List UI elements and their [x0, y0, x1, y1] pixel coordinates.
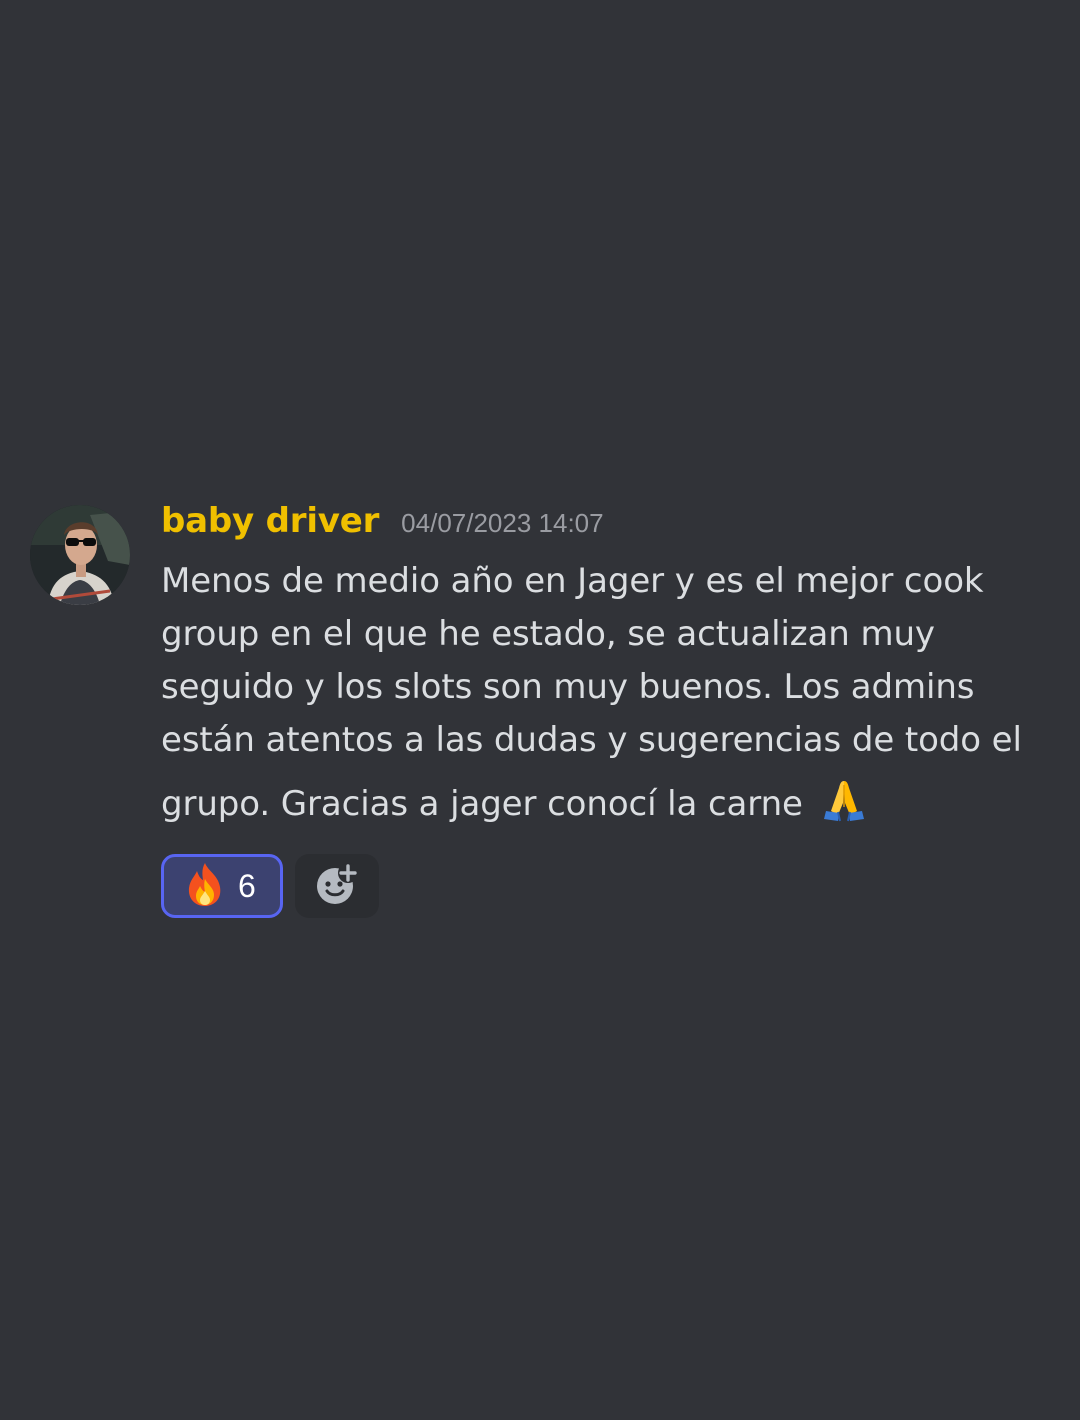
- avatar[interactable]: [30, 505, 130, 605]
- message-line: group en el que he estado, se actualizan…: [161, 614, 935, 654]
- timestamp: 04/07/2023 14:07: [401, 508, 604, 538]
- reaction-count: 6: [238, 867, 256, 904]
- message-text: Menos de medio año en Jager y es el mejo…: [161, 555, 1041, 831]
- message-line-last: grupo. Gracias a jager conocí la carne: [161, 775, 1041, 831]
- add-reaction-button[interactable]: [295, 854, 379, 918]
- message-content: baby driver 04/07/2023 14:07 Menos de me…: [161, 501, 1041, 918]
- reaction-fire[interactable]: 6: [161, 854, 283, 918]
- fire-emoji-icon: [184, 861, 226, 911]
- message-line: están atentos a las dudas y sugerencias …: [161, 720, 1022, 760]
- add-reaction-icon: [315, 862, 359, 910]
- message-line: seguido y los slots son muy buenos. Los …: [161, 667, 975, 707]
- pray-emoji-icon: [820, 775, 868, 823]
- message-header: baby driver 04/07/2023 14:07: [161, 501, 1041, 543]
- message-line: Menos de medio año en Jager y es el mejo…: [161, 561, 984, 601]
- reactions-bar: 6: [161, 854, 1041, 918]
- username[interactable]: baby driver: [161, 501, 379, 541]
- message-line: grupo. Gracias a jager conocí la carne: [161, 784, 803, 824]
